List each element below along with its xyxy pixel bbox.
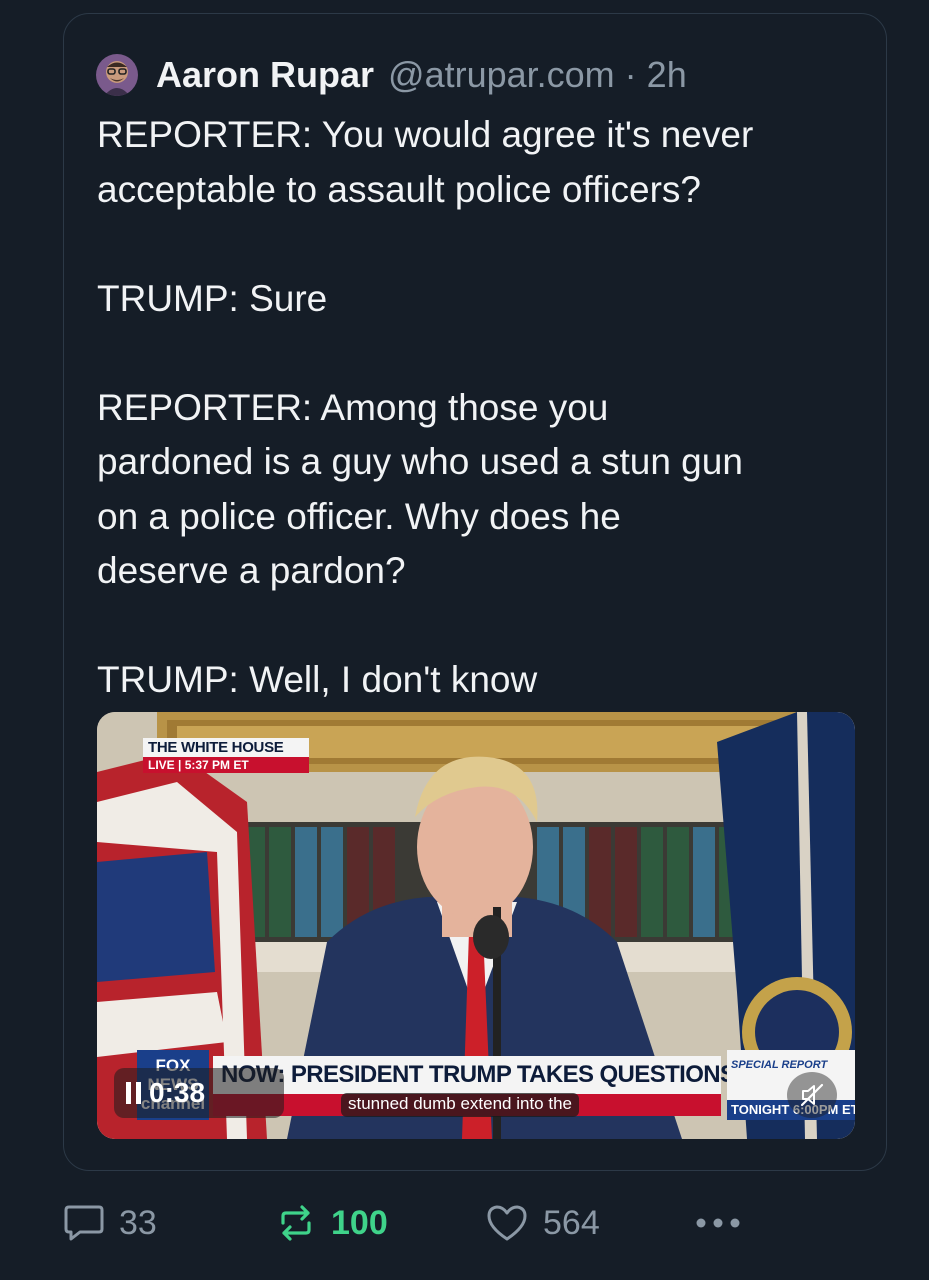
- post-header: Aaron Rupar @atrupar.com · 2h: [96, 50, 687, 100]
- special-report-title: SPECIAL REPORT: [731, 1059, 828, 1071]
- author-name[interactable]: Aaron Rupar: [156, 54, 374, 96]
- speech-bubble-icon: [64, 1205, 104, 1241]
- news-headline: NOW: PRESIDENT TRUMP TAKES QUESTIONS: [213, 1056, 736, 1094]
- live-badge-status: LIVE | 5:37 PM ET: [143, 757, 309, 773]
- post-timestamp[interactable]: 2h: [647, 54, 687, 96]
- video-caption: stunned dumb extend into the: [341, 1093, 579, 1117]
- repost-count: 100: [331, 1203, 388, 1242]
- pause-icon[interactable]: [126, 1082, 141, 1104]
- mute-button[interactable]: [787, 1072, 837, 1118]
- author-handle[interactable]: @atrupar.com: [388, 54, 615, 96]
- speaker-muted-icon: [800, 1083, 824, 1107]
- like-count: 564: [543, 1203, 600, 1242]
- more-options-button[interactable]: [695, 1198, 755, 1248]
- post-actions-bar: 33 100 564: [63, 1198, 883, 1248]
- video-duration: 0:38: [149, 1077, 206, 1108]
- heart-icon: [487, 1205, 527, 1241]
- post-screen: Aaron Rupar @atrupar.com · 2h REPORTER: …: [0, 0, 929, 1280]
- reply-button[interactable]: 33: [63, 1198, 157, 1248]
- reply-count: 33: [119, 1203, 157, 1242]
- ellipsis-icon: [696, 1218, 740, 1228]
- playback-control[interactable]: 0:38: [114, 1068, 284, 1118]
- repost-arrows-icon: [281, 1205, 311, 1241]
- live-badge: THE WHITE HOUSE LIVE | 5:37 PM ET: [143, 738, 309, 773]
- post-body-text: REPORTER: You would agree it's never acc…: [97, 114, 754, 700]
- repost-button[interactable]: 100: [275, 1198, 388, 1248]
- like-button[interactable]: 564: [485, 1198, 600, 1248]
- video-player[interactable]: THE WHITE HOUSE LIVE | 5:37 PM ET FOX NE…: [97, 712, 855, 1139]
- live-badge-title: THE WHITE HOUSE: [143, 738, 309, 757]
- header-separator: ·: [624, 54, 637, 95]
- author-avatar[interactable]: [96, 54, 138, 96]
